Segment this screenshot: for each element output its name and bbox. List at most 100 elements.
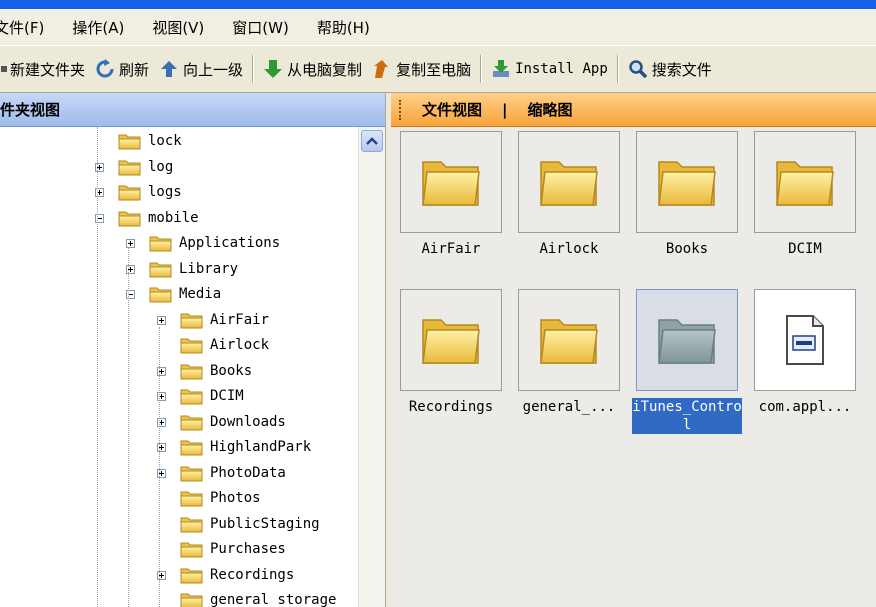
tree-node-label: Library bbox=[179, 260, 239, 277]
menu-bar: 文件(F) 操作(A) 视图(V) 窗口(W) 帮助(H) bbox=[0, 9, 876, 45]
tree-node[interactable]: PublicStaging bbox=[180, 513, 320, 535]
copy-to-pc-label: 复制至电脑 bbox=[396, 60, 472, 79]
thumbnail-tile[interactable] bbox=[754, 289, 856, 391]
tree-node[interactable]: HighlandPark bbox=[180, 436, 311, 458]
copy-to-pc-button[interactable]: 复制至电脑 bbox=[367, 52, 476, 86]
up-level-button[interactable]: 向上一级 bbox=[154, 52, 248, 86]
folder-icon bbox=[180, 311, 204, 329]
folder-icon bbox=[180, 591, 204, 607]
menu-view[interactable]: 视图(V) bbox=[138, 17, 218, 38]
tree-node[interactable]: AirFair bbox=[180, 309, 269, 331]
copy-from-pc-label: 从电脑复制 bbox=[287, 60, 363, 79]
search-files-label: 搜索文件 bbox=[651, 60, 712, 79]
scroll-up-button[interactable] bbox=[361, 130, 383, 152]
copy-from-pc-button[interactable]: 从电脑复制 bbox=[258, 52, 367, 86]
tab-thumbnail[interactable]: 缩略图 bbox=[520, 99, 581, 120]
file-view-header: 文件视图 | 缩略图 bbox=[391, 93, 876, 127]
folder-icon bbox=[180, 515, 204, 533]
thumbnail-tile[interactable] bbox=[636, 131, 738, 233]
folder-icon bbox=[118, 132, 142, 150]
thumbnail-tile[interactable] bbox=[636, 289, 738, 391]
install-app-button[interactable]: Install App bbox=[486, 52, 613, 86]
header-separator: | bbox=[502, 100, 508, 119]
toolbar-separator bbox=[252, 55, 255, 83]
menu-action[interactable]: 操作(A) bbox=[58, 17, 138, 38]
folder-icon bbox=[419, 154, 483, 210]
tree-node[interactable]: general_storage bbox=[180, 589, 336, 607]
tree-node-label: Downloads bbox=[210, 413, 286, 430]
thumbnail-label[interactable]: general_... bbox=[514, 398, 624, 416]
expand-icon[interactable] bbox=[157, 315, 166, 325]
thumbnail-label-text: iTunes_Control bbox=[632, 398, 742, 434]
tab-file-view[interactable]: 文件视图 bbox=[414, 99, 490, 120]
refresh-button[interactable]: 刷新 bbox=[90, 52, 154, 86]
install-app-label: Install App bbox=[515, 61, 608, 77]
folder-icon bbox=[180, 464, 204, 482]
tree-node[interactable]: Library bbox=[149, 258, 238, 280]
thumbnail-view: AirFair Airlock Books DCIM Recordings general… bbox=[391, 127, 876, 607]
tree-scrollbar[interactable] bbox=[358, 127, 385, 607]
thumbnail-tile[interactable] bbox=[400, 131, 502, 233]
folder-icon bbox=[149, 234, 173, 252]
thumbnail-tile[interactable] bbox=[518, 289, 620, 391]
folder-icon bbox=[118, 158, 142, 176]
folder-icon bbox=[180, 362, 204, 380]
folder-icon bbox=[180, 336, 204, 354]
folder-icon bbox=[655, 154, 719, 210]
folder-icon bbox=[655, 312, 719, 368]
folder-icon bbox=[180, 540, 204, 558]
menu-window[interactable]: 窗口(W) bbox=[218, 17, 303, 38]
tree-node-label: Purchases bbox=[210, 541, 286, 557]
toolbar-separator bbox=[480, 55, 483, 83]
folder-icon bbox=[773, 154, 837, 210]
folder-tree[interactable]: lock log logs mobile Applications Library Medi… bbox=[0, 127, 358, 607]
thumbnail-label[interactable]: iTunes_Control bbox=[632, 398, 742, 434]
tree-node[interactable]: Downloads bbox=[180, 411, 286, 433]
thumbnail-label[interactable]: DCIM bbox=[750, 240, 860, 258]
thumbnail-label[interactable]: com.appl... bbox=[750, 398, 860, 416]
tree-node[interactable]: Airlock bbox=[180, 334, 269, 356]
thumbnail-label[interactable]: Airlock bbox=[514, 240, 624, 258]
install-icon bbox=[493, 60, 510, 77]
tree-node[interactable]: logs bbox=[118, 181, 182, 203]
tree-node-label: PublicStaging bbox=[210, 515, 320, 532]
tree-node[interactable]: Purchases bbox=[180, 538, 286, 560]
menu-file[interactable]: 文件(F) bbox=[0, 17, 58, 38]
tree-node[interactable]: log bbox=[118, 156, 173, 178]
tree-node[interactable]: lock bbox=[118, 130, 182, 152]
tree-node-label: Media bbox=[179, 286, 222, 302]
document-file-icon bbox=[786, 315, 824, 365]
menu-help[interactable]: 帮助(H) bbox=[303, 17, 384, 38]
folder-icon bbox=[180, 438, 204, 456]
thumbnail-tile[interactable] bbox=[400, 289, 502, 391]
tree-node-label: mobile bbox=[148, 209, 199, 226]
toolbar: 新建文件夹 刷新 向上一级 从电脑复制 复制至电脑 Install App 搜索… bbox=[0, 45, 876, 93]
search-files-button[interactable]: 搜索文件 bbox=[623, 52, 717, 86]
tree-node[interactable]: Books bbox=[180, 360, 252, 382]
search-icon bbox=[629, 60, 648, 79]
thumbnail-label[interactable]: AirFair bbox=[396, 240, 506, 258]
tree-node[interactable]: DCIM bbox=[180, 385, 244, 407]
thumbnail-label[interactable]: Recordings bbox=[396, 398, 506, 416]
thumbnail-label-text: com.appl... bbox=[758, 399, 852, 415]
thumbnail-label-text: Airlock bbox=[539, 241, 599, 257]
folder-icon bbox=[419, 312, 483, 368]
tree-node[interactable]: Media bbox=[149, 283, 221, 305]
new-folder-icon bbox=[1, 66, 7, 72]
tree-node[interactable]: mobile bbox=[118, 207, 199, 229]
new-folder-button[interactable]: 新建文件夹 bbox=[0, 52, 90, 86]
tree-node[interactable]: Photos bbox=[180, 487, 261, 509]
tree-node-label: Recordings bbox=[210, 566, 295, 583]
tree-node-label: Airlock bbox=[210, 337, 270, 353]
thumbnail-tile[interactable] bbox=[518, 131, 620, 233]
thumbnail-tile[interactable] bbox=[754, 131, 856, 233]
tree-node[interactable]: Recordings bbox=[180, 564, 294, 586]
tree-node[interactable]: PhotoData bbox=[180, 462, 286, 484]
title-bar-strip bbox=[0, 0, 876, 9]
toolbar-separator bbox=[616, 55, 619, 83]
tree-node-label: log bbox=[148, 158, 174, 175]
folder-icon bbox=[180, 566, 204, 584]
folder-view-header: 文件夹视图 bbox=[0, 93, 385, 127]
thumbnail-label[interactable]: Books bbox=[632, 240, 742, 258]
tree-node[interactable]: Applications bbox=[149, 232, 280, 254]
